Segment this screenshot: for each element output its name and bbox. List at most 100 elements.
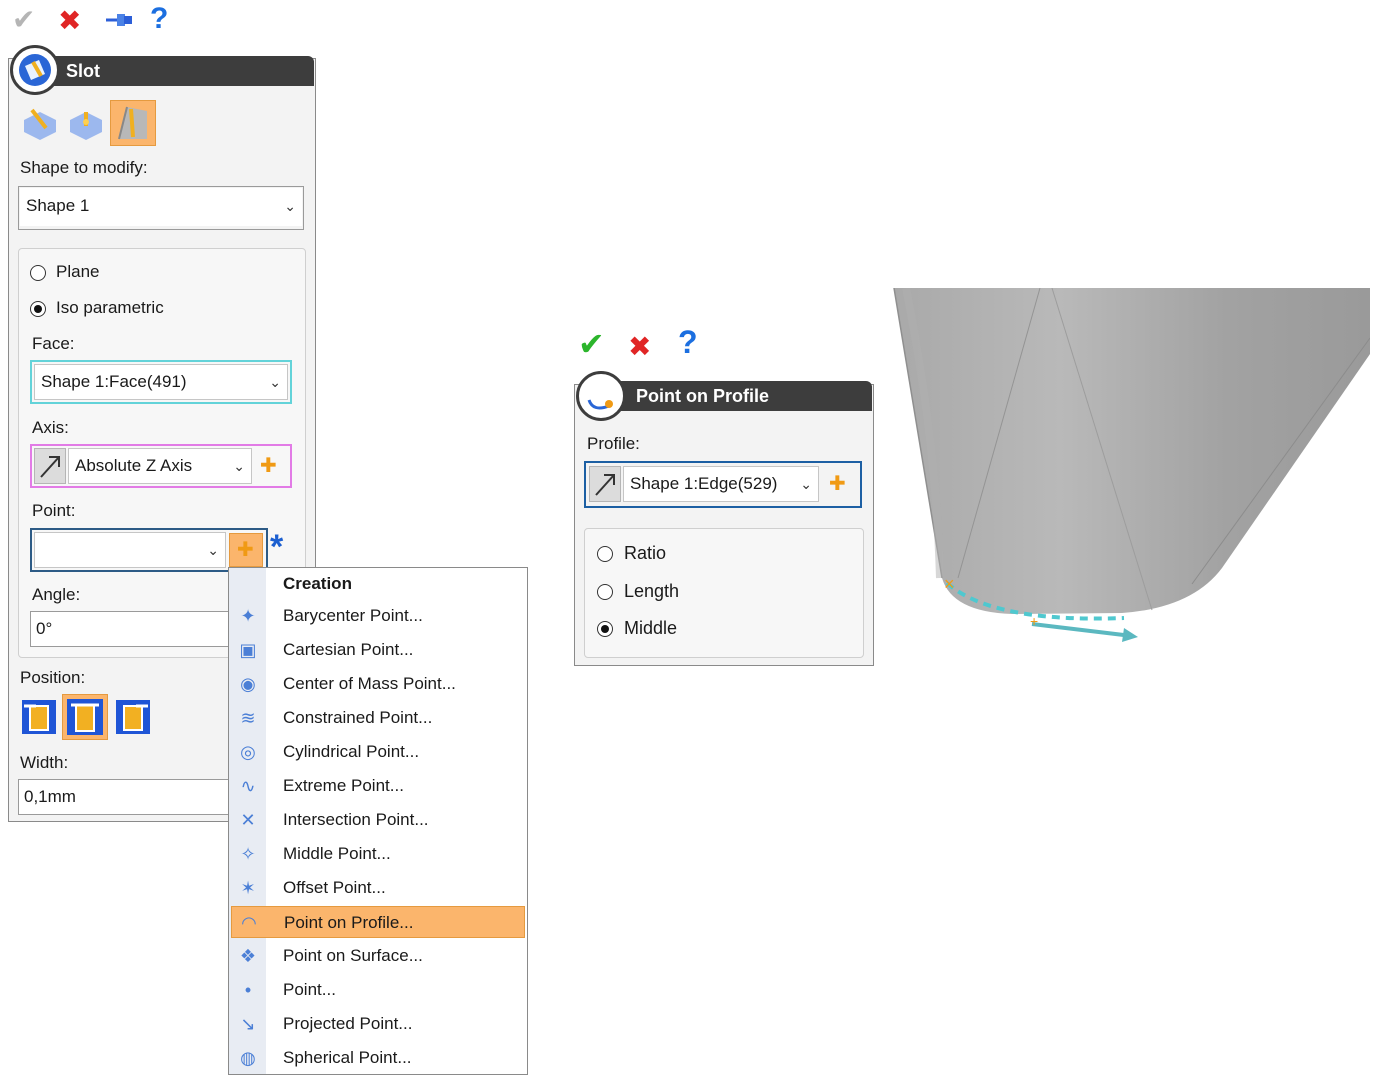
required-marker: * xyxy=(270,528,284,566)
middle-point-icon: ✧ xyxy=(240,844,256,864)
point-on-surface-icon: ❖ xyxy=(239,946,257,966)
point-icon: • xyxy=(244,980,252,1000)
width-input-value: 0,1mm xyxy=(24,787,76,806)
menu-item-extreme-point[interactable]: ∿ Extreme Point... xyxy=(231,770,525,802)
check-icon[interactable]: ✔ xyxy=(12,4,35,36)
chevron-down-icon: ⌄ xyxy=(207,542,219,558)
pin-icon[interactable] xyxy=(104,6,136,41)
menu-item-point[interactable]: • Point... xyxy=(231,974,525,1006)
axis-select-value: Absolute Z Axis xyxy=(75,456,193,475)
radio-iso-parametric[interactable] xyxy=(30,301,46,317)
cylindrical-point-icon: ◎ xyxy=(240,742,256,762)
menu-item-point-on-surface[interactable]: ❖ Point on Surface... xyxy=(231,940,525,972)
axis-add-icon[interactable]: ✚ xyxy=(260,456,277,476)
slot-panel-title: Slot xyxy=(66,61,100,81)
3d-viewport[interactable]: × + xyxy=(892,287,1371,648)
extreme-point-icon: ∿ xyxy=(240,776,256,796)
menu-header: Creation xyxy=(283,574,352,593)
profile-panel-title: Point on Profile xyxy=(636,386,769,406)
menu-item-label: Constrained Point... xyxy=(283,708,433,727)
position-center-icon[interactable] xyxy=(62,694,108,740)
cross-icon[interactable]: ✖ xyxy=(628,331,651,363)
angle-input-value: 0° xyxy=(36,619,53,638)
menu-item-middle-point[interactable]: ✧ Middle Point... xyxy=(231,838,525,870)
axis-label: Axis: xyxy=(32,418,69,437)
barycenter-point-icon: ✦ xyxy=(240,606,256,626)
menu-item-spherical-point[interactable]: ◍ Spherical Point... xyxy=(231,1042,525,1074)
menu-item-offset-point[interactable]: ✶ Offset Point... xyxy=(231,872,525,904)
face-label: Face: xyxy=(32,334,75,353)
cross-icon[interactable]: ✖ xyxy=(58,5,81,37)
menu-item-label: Point on Surface... xyxy=(283,946,423,965)
check-icon[interactable]: ✔ xyxy=(578,328,605,360)
center-of-mass-icon: ◉ xyxy=(240,674,256,694)
plus-icon: ✚ xyxy=(237,539,254,561)
chevron-down-icon: ⌄ xyxy=(800,476,812,492)
menu-item-label: Center of Mass Point... xyxy=(283,674,456,693)
axis-select[interactable]: Absolute Z Axis ⌄ xyxy=(68,448,252,484)
face-select[interactable]: Shape 1:Face(491) ⌄ xyxy=(34,364,288,400)
help-icon[interactable]: ? xyxy=(150,3,168,35)
profile-select-value: Shape 1:Edge(529) xyxy=(630,474,778,493)
shape-select[interactable]: Shape 1 ⌄ xyxy=(20,188,302,226)
menu-item-constrained-point[interactable]: ≋ Constrained Point... xyxy=(231,702,525,734)
svg-text:×: × xyxy=(944,574,955,594)
menu-item-label: Point on Profile... xyxy=(284,913,414,932)
spherical-point-icon: ◍ xyxy=(240,1048,256,1068)
constrained-point-icon: ≋ xyxy=(240,708,256,728)
menu-item-label: Extreme Point... xyxy=(283,776,404,795)
radio-plane[interactable] xyxy=(30,265,46,281)
menu-item-label: Cartesian Point... xyxy=(283,640,414,659)
3d-shape-render: × + xyxy=(893,287,1371,642)
menu-item-cylindrical-point[interactable]: ◎ Cylindrical Point... xyxy=(231,736,525,768)
chevron-down-icon: ⌄ xyxy=(233,458,245,474)
radio-iso-label: Iso parametric xyxy=(56,298,164,317)
width-input[interactable]: 0,1mm xyxy=(18,779,232,815)
menu-item-projected-point[interactable]: ↘ Projected Point... xyxy=(231,1008,525,1040)
menu-item-label: Cylindrical Point... xyxy=(283,742,420,761)
radio-plane-label: Plane xyxy=(56,262,100,281)
point-on-profile-icon: ◠ xyxy=(241,913,257,933)
radio-length-label: Length xyxy=(624,581,680,601)
radio-length[interactable] xyxy=(597,584,613,600)
radio-ratio[interactable] xyxy=(597,546,613,562)
position-end-icon[interactable] xyxy=(114,698,152,736)
profile-label: Profile: xyxy=(587,434,640,453)
menu-item-label: Projected Point... xyxy=(283,1014,413,1033)
cartesian-point-icon: ▣ xyxy=(239,640,257,660)
profile-select[interactable]: Shape 1:Edge(529) ⌄ xyxy=(623,466,819,502)
shape-to-modify-label: Shape to modify: xyxy=(20,158,148,177)
slot-mode-3-icon[interactable] xyxy=(110,100,156,146)
slot-mode-1-icon[interactable] xyxy=(20,102,60,142)
menu-item-center-of-mass[interactable]: ◉ Center of Mass Point... xyxy=(231,668,525,700)
menu-item-barycenter-point[interactable]: ✦ Barycenter Point... xyxy=(231,600,525,632)
profile-panel-header: Point on Profile xyxy=(600,381,872,411)
profile-add-icon[interactable]: ✚ xyxy=(829,474,846,494)
face-select-value: Shape 1:Face(491) xyxy=(41,372,187,391)
chevron-down-icon: ⌄ xyxy=(269,374,281,390)
slot-mode-2-icon[interactable] xyxy=(66,102,106,142)
menu-item-cartesian-point[interactable]: ▣ Cartesian Point... xyxy=(231,634,525,666)
svg-text:+: + xyxy=(1030,613,1038,629)
menu-item-point-on-profile[interactable]: ◠ Point on Profile... xyxy=(231,906,525,938)
intersection-point-icon: ✕ xyxy=(240,810,256,830)
width-label: Width: xyxy=(20,753,69,772)
position-start-icon[interactable] xyxy=(20,698,58,736)
point-select[interactable]: ⌄ xyxy=(34,532,226,568)
creation-menu: Creation ✦ Barycenter Point... ▣ Cartesian … xyxy=(228,567,528,1075)
offset-point-icon: ✶ xyxy=(240,878,256,898)
point-on-profile-logo-icon xyxy=(576,371,626,421)
menu-item-intersection-point[interactable]: ✕ Intersection Point... xyxy=(231,804,525,836)
help-icon[interactable]: ? xyxy=(678,326,698,358)
menu-item-label: Point... xyxy=(283,980,336,999)
radio-middle[interactable] xyxy=(597,621,613,637)
angle-input[interactable]: 0° xyxy=(30,611,230,647)
angle-label: Angle: xyxy=(32,585,81,604)
menu-item-label: Spherical Point... xyxy=(283,1048,412,1067)
menu-item-label: Barycenter Point... xyxy=(283,606,423,625)
point-add-button[interactable]: ✚ xyxy=(229,533,263,567)
menu-item-label: Offset Point... xyxy=(283,878,386,897)
menu-item-label: Middle Point... xyxy=(283,844,391,863)
projected-point-icon: ↘ xyxy=(240,1014,256,1034)
point-label: Point: xyxy=(32,501,76,520)
